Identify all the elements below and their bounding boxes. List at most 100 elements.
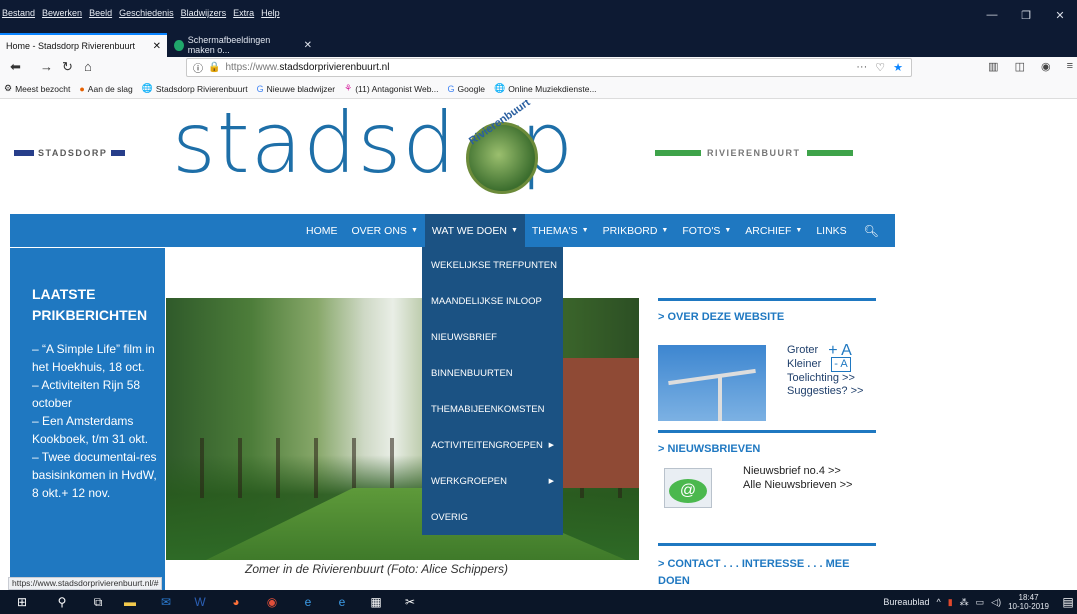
bookmark-new[interactable]: G Nieuwe bladwijzer <box>257 84 336 94</box>
sidebar-icon[interactable]: ◫ <box>1015 60 1025 73</box>
menu-bewerken[interactable]: Bewerken <box>42 8 82 18</box>
bookmark-antagonist[interactable]: ⚘ (11) Antagonist Web... <box>344 83 438 94</box>
window-controls: — ❐ ✕ <box>975 0 1077 30</box>
taskbar: ⊞ ⚲ ⧉ ▬ ✉ W ◕ ◉ e e ▦ ✂ Bureaublad ^ ▮ ⁂… <box>0 590 1077 614</box>
dropdown-item[interactable]: NIEUWSBRIEF <box>422 319 563 355</box>
contact-heading[interactable]: > CONTACT . . . INTERESSE . . . MEE DOEN <box>658 556 876 590</box>
volume-icon[interactable]: ◁) <box>991 597 1001 608</box>
word-icon[interactable]: W <box>192 594 208 610</box>
restore-icon[interactable]: ❐ <box>1009 0 1043 30</box>
antenna-image <box>658 345 766 421</box>
menu-bestand[interactable]: Bestand <box>2 8 35 18</box>
url-bar[interactable]: ⓘ 🔒 https://www.stadsdorprivierenbuurt.n… <box>186 58 912 77</box>
network-icon[interactable]: ⁂ <box>960 597 969 608</box>
page-actions-icon[interactable]: ··· <box>856 61 867 74</box>
caret-down-icon: ▼ <box>510 227 518 234</box>
dropdown-item[interactable]: ACTIVITEITENGROEPEN ▶ <box>422 427 563 463</box>
nav-links[interactable]: LINKS <box>809 214 853 247</box>
battery-icon[interactable]: ▭ <box>976 597 985 608</box>
nav-themas[interactable]: THEMA'S ▼ <box>525 214 596 247</box>
tab-close-icon[interactable]: ✕ <box>153 41 161 52</box>
all-newsletters-link[interactable]: Alle Nieuwsbrieven >> <box>743 478 852 492</box>
about-site-heading[interactable]: > OVER DEZE WEBSITE <box>658 311 876 323</box>
reload-icon[interactable]: ↻ <box>62 59 73 75</box>
task-view-icon[interactable]: ⧉ <box>90 594 106 610</box>
pocket-icon[interactable]: ♡ <box>875 61 885 74</box>
chrome-icon[interactable]: ◉ <box>264 594 280 610</box>
bookmark-music[interactable]: 🌐 Online Muziekdienste... <box>494 83 597 94</box>
newsletter-4-link[interactable]: Nieuwsbrief no.4 >> <box>743 464 852 478</box>
menu-extra[interactable]: Extra <box>233 8 254 18</box>
bookmark-star-icon[interactable]: ★ <box>893 61 903 74</box>
nav-wat-we-doen[interactable]: WAT WE DOEN ▼ <box>424 214 525 247</box>
dropdown-item[interactable]: WERKGROEPEN ▶ <box>422 463 563 499</box>
minimize-icon[interactable]: — <box>975 0 1009 30</box>
post-link[interactable]: – “A Simple Life” film in het Hoekhuis, … <box>32 340 165 376</box>
tab-screenshots[interactable]: Schermafbeeldingen maken o... ✕ <box>168 33 318 57</box>
windows-start-icon[interactable]: ⊞ <box>14 594 30 610</box>
clock[interactable]: 18:47 10-10-2019 <box>1008 593 1049 611</box>
dropdown-item[interactable]: OVERIG <box>422 499 563 535</box>
toelichting-link[interactable]: Toelichting >> <box>787 372 863 385</box>
post-link[interactable]: – Activiteiten Rijn 58 october <box>32 376 165 412</box>
font-size-controls: Groter + A Kleiner - A Toelichting >> Sugg… <box>787 343 863 398</box>
nav-prikbord[interactable]: PRIKBORD ▼ <box>596 214 676 247</box>
nav-fotos[interactable]: FOTO'S ▼ <box>675 214 738 247</box>
outlook-icon[interactable]: ✉ <box>158 594 174 610</box>
post-link[interactable]: – Twee documentai-res basisinkomen in Hv… <box>32 448 165 502</box>
bookmark-getting-started[interactable]: ● Aan de slag <box>79 84 132 94</box>
snipping-tool-icon[interactable]: ✂ <box>402 594 418 610</box>
bookmark-google[interactable]: G Google <box>448 84 485 94</box>
library-icon[interactable]: ▥ <box>988 60 998 73</box>
ie-icon[interactable]: e <box>334 594 350 610</box>
search-icon[interactable]: 🔍︎ <box>854 224 889 238</box>
tab-home[interactable]: Home - Stadsdorp Rivierenbuurt ✕ <box>0 33 167 57</box>
status-url: https://www.stadsdorprivierenbuurt.nl/# <box>8 577 163 590</box>
firefox-icon[interactable]: ◕ <box>228 594 244 610</box>
tab-close-icon[interactable]: ✕ <box>304 40 312 51</box>
url-actions: ··· ♡ ★ <box>856 61 911 74</box>
menu-geschiedenis[interactable]: Geschiedenis <box>119 8 174 18</box>
newsletters-heading[interactable]: > NIEUWSBRIEVEN <box>658 443 876 455</box>
caret-down-icon: ▼ <box>724 227 732 234</box>
dropdown-item[interactable]: THEMABIJEENKOMSTEN <box>422 391 563 427</box>
photo-caption: Zomer in de Rivierenbuurt (Foto: Alice S… <box>245 562 508 576</box>
url-text: https://www.stadsdorprivierenbuurt.nl <box>225 62 390 73</box>
brand-bar <box>14 150 34 156</box>
post-link[interactable]: – Een Amsterdams Kookboek, t/m 31 okt. <box>32 412 165 448</box>
newsletter-links: Nieuwsbrief no.4 >> Alle Nieuwsbrieven >… <box>743 464 852 492</box>
search-icon[interactable]: ⚲ <box>54 594 70 610</box>
nav-home[interactable]: HOME <box>299 214 345 247</box>
email-envelope-icon: @ <box>664 468 712 508</box>
info-icon[interactable]: ⓘ <box>193 60 203 75</box>
account-icon[interactable]: ◉ <box>1041 60 1051 73</box>
office-icon[interactable]: ▮ <box>948 597 953 608</box>
lock-icon[interactable]: 🔒 <box>208 62 220 73</box>
dropdown-item[interactable]: BINNENBUURTEN <box>422 355 563 391</box>
divider <box>658 298 876 301</box>
bookmark-most-visited[interactable]: ⚙ Meest bezocht <box>4 83 70 94</box>
chevron-up-icon[interactable]: ^ <box>936 597 940 607</box>
close-window-icon[interactable]: ✕ <box>1043 0 1077 30</box>
dropdown-item[interactable]: MAANDELIJKSE INLOOP <box>422 283 563 319</box>
featured-photo <box>166 298 639 560</box>
dropdown-item[interactable]: WEKELIJKSE TREFPUNTEN <box>422 247 563 283</box>
calculator-icon[interactable]: ▦ <box>368 594 384 610</box>
nav-archief[interactable]: ARCHIEF ▼ <box>738 214 809 247</box>
menu-help[interactable]: Help <box>261 8 280 18</box>
home-icon[interactable]: ⌂ <box>84 59 92 74</box>
forward-icon[interactable]: → <box>40 59 53 74</box>
desktop-label[interactable]: Bureaublad <box>883 597 929 607</box>
edge-icon[interactable]: e <box>300 594 316 610</box>
back-icon[interactable]: ⬅ <box>10 59 21 75</box>
increase-font-button[interactable]: + A <box>828 343 852 359</box>
bookmark-stadsdorp[interactable]: 🌐 Stadsdorp Rivierenbuurt <box>142 83 248 94</box>
nav-over-ons[interactable]: OVER ONS ▼ <box>345 214 425 247</box>
menu-bladwijzers[interactable]: Bladwijzers <box>181 8 227 18</box>
notification-icon[interactable]: ▤ <box>1060 594 1076 610</box>
hamburger-icon[interactable]: ≡ <box>1067 60 1073 73</box>
suggesties-link[interactable]: Suggesties? >> <box>787 385 863 398</box>
decrease-font-button[interactable]: - A <box>831 357 851 372</box>
menu-beeld[interactable]: Beeld <box>89 8 112 18</box>
file-explorer-icon[interactable]: ▬ <box>122 594 138 610</box>
